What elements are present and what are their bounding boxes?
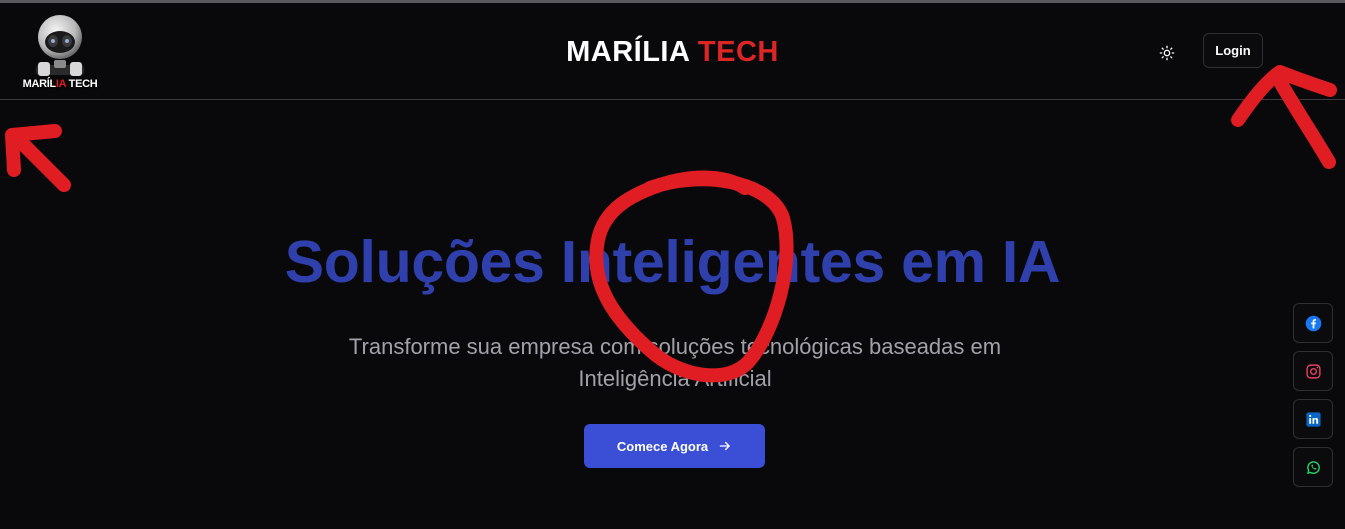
get-started-button[interactable]: Comece Agora: [584, 424, 765, 468]
facebook-button[interactable]: [1293, 303, 1333, 343]
cta-label: Comece Agora: [616, 438, 709, 454]
linkedin-button[interactable]: [1293, 399, 1333, 439]
theme-toggle-button[interactable]: [1154, 40, 1180, 66]
annotation-arrow-left: [5, 124, 71, 192]
whatsapp-icon: [1306, 460, 1320, 474]
logo-caption: MARÍLIA TECH: [22, 78, 98, 90]
hero-title: Soluções Inteligentes em IA: [284, 229, 1061, 295]
linkedin-icon: [1305, 411, 1321, 427]
whatsapp-button[interactable]: [1293, 447, 1333, 487]
login-button[interactable]: Login: [1203, 33, 1263, 68]
hero-subtitle: Transforme sua empresa com soluções tecn…: [348, 334, 1002, 391]
brand-main: MARÍLIA: [566, 36, 690, 68]
brand-name: MARÍLIA TECH: [0, 36, 1345, 69]
site-header: MARÍLIA TECH MARÍLIA TECH Login: [0, 3, 1345, 100]
facebook-icon: [1305, 315, 1321, 331]
page: MARÍLIA TECH MARÍLIA TECH Login Soluções…: [0, 0, 1345, 529]
arrow-right-icon: [719, 441, 730, 451]
instagram-icon: [1305, 363, 1321, 379]
instagram-button[interactable]: [1293, 351, 1333, 391]
sun-icon: [1159, 45, 1175, 61]
brand-accent: TECH: [697, 36, 779, 68]
